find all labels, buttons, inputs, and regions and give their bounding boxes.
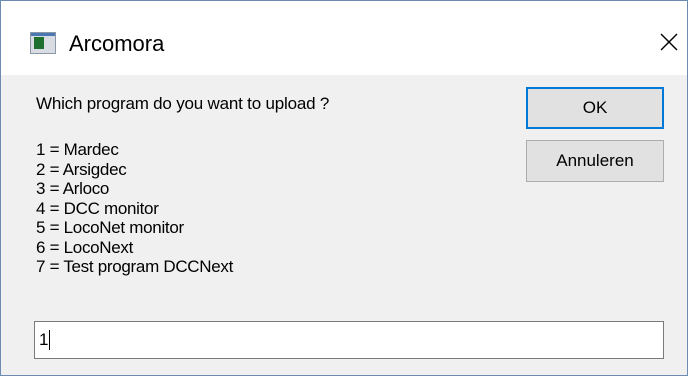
option-item: 4 = DCC monitor xyxy=(36,198,159,218)
option-item: 1 = Mardec xyxy=(36,140,119,159)
option-item: 7 = Test program DCCNext xyxy=(36,257,234,276)
program-options-list: 1 = Mardec 2 = Arsigdec 3 = Arloco 4 = D… xyxy=(36,140,233,277)
option-item: 3 = Arloco xyxy=(36,179,110,198)
dialog-window: Arcomora Which program do you want to up… xyxy=(0,0,688,376)
option-item: 2 = Arsigdec xyxy=(36,159,127,179)
program-input-value: 1 xyxy=(39,330,49,349)
program-input[interactable]: 1 xyxy=(34,321,664,359)
option-item: 5 = LocoNet monitor xyxy=(36,218,184,237)
text-caret xyxy=(49,330,51,350)
app-window-icon xyxy=(30,32,56,54)
cancel-button[interactable]: Annuleren xyxy=(526,140,664,182)
window-title: Arcomora xyxy=(69,31,165,56)
close-button[interactable] xyxy=(653,26,685,58)
ok-button[interactable]: OK xyxy=(526,87,664,129)
close-icon xyxy=(660,33,678,51)
title-bar[interactable]: Arcomora xyxy=(1,1,687,75)
prompt-text: Which program do you want to upload ? xyxy=(36,94,330,113)
option-item: 6 = LocoNext xyxy=(36,237,134,257)
